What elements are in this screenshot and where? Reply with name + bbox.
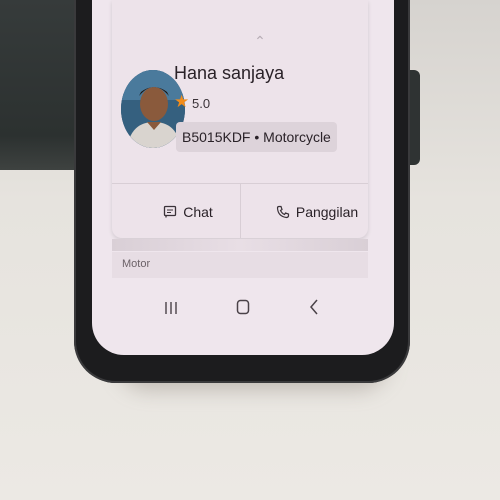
recent-apps-icon[interactable]	[151, 298, 191, 322]
star-icon: ★	[174, 92, 190, 111]
chat-button[interactable]: Chat	[136, 190, 240, 234]
chevron-up-icon[interactable]: ⌃	[252, 34, 268, 48]
recent-apps-glyph	[165, 302, 177, 314]
driver-card: ⌃ Hana sanjaya ★ 5.0 B5015KDF • Motorcyc…	[112, 0, 368, 238]
divider	[240, 184, 241, 238]
vehicle-plate-badge: B5015KDF • Motorcycle	[176, 122, 337, 152]
driver-rating: 5.0	[192, 96, 211, 111]
home-glyph	[236, 299, 250, 315]
back-icon[interactable]	[294, 298, 334, 322]
service-type-row: Motor	[112, 252, 368, 278]
home-icon[interactable]	[223, 298, 263, 322]
blurred-map-strip	[112, 239, 368, 251]
system-navigation-bar	[92, 290, 394, 330]
call-button[interactable]: Panggilan	[262, 190, 372, 234]
phone-icon	[276, 205, 289, 219]
chat-icon	[164, 205, 177, 218]
back-glyph	[310, 299, 318, 315]
service-type-label: Motor	[122, 258, 151, 270]
phone-screen: ⌃ Hana sanjaya ★ 5.0 B5015KDF • Motorcyc…	[92, 0, 394, 355]
call-button-label: Panggilan	[295, 204, 359, 220]
driver-name: Hana sanjaya	[174, 63, 285, 83]
chat-button-label: Chat	[183, 204, 213, 220]
